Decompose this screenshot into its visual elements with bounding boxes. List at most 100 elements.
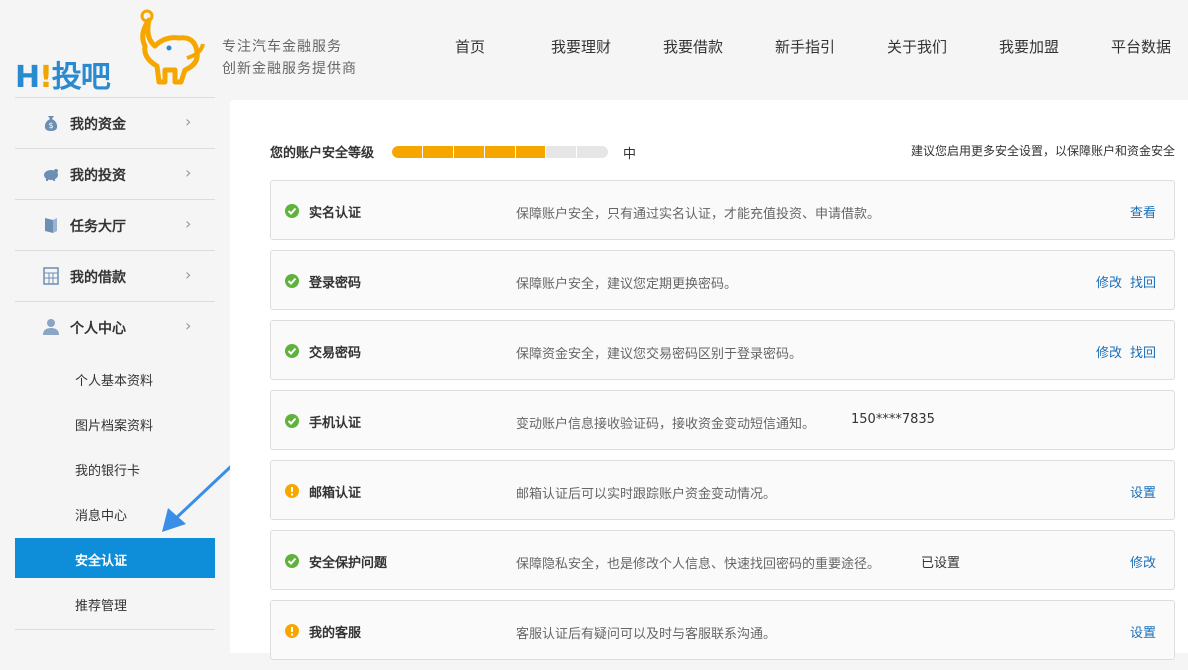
submenu-basic-info[interactable]: 个人基本资料 — [15, 356, 215, 401]
security-row-status-text: 150****7835 — [851, 412, 935, 427]
submenu-label: 推荐管理 — [75, 599, 128, 614]
security-panel: 您的账户安全等级 中 建议您启用更多安全设置，以保障账户和资金安全 实名认证保障… — [230, 100, 1188, 660]
action-link[interactable]: 找回 — [1130, 276, 1156, 291]
action-link[interactable]: 修改 — [1096, 276, 1122, 291]
nav-about[interactable]: 关于我们 — [887, 36, 947, 57]
sidebar-item-funds[interactable]: $ 我的资金 › — [15, 98, 215, 149]
security-row-actions: 设置 — [1122, 622, 1156, 641]
check-circle-icon — [285, 414, 299, 428]
security-row-description: 保障隐私安全，也是修改个人信息、快速找回密码的重要途径。 — [516, 557, 881, 572]
submenu-label: 个人基本资料 — [75, 374, 154, 389]
nav-borrow[interactable]: 我要借款 — [663, 36, 723, 57]
security-row-description: 保障资金安全，建议您交易密码区别于登录密码。 — [516, 347, 803, 362]
nav-invest[interactable]: 我要理财 — [551, 36, 611, 57]
security-level-row: 您的账户安全等级 中 建议您启用更多安全设置，以保障账户和资金安全 — [270, 142, 1175, 162]
user-icon — [43, 319, 59, 335]
security-level-progress — [392, 146, 608, 158]
calculator-icon — [43, 267, 59, 285]
sidebar-item-label: 我的借款 — [70, 270, 126, 286]
progress-divider — [545, 146, 546, 158]
progress-divider — [576, 146, 577, 158]
book-icon — [45, 218, 57, 233]
sidebar-item-investments[interactable]: 我的投资 › — [15, 149, 215, 200]
submenu-label: 我的银行卡 — [75, 464, 141, 479]
security-row-title: 交易密码 — [309, 346, 362, 361]
security-row-login-password: 登录密码 保障账户安全，建议您定期更换密码。 修改 找回 — [270, 250, 1175, 310]
warning-circle-icon — [285, 484, 299, 498]
sidebar: $ 我的资金 › 我的投资 › 任务大厅 › 我的借款 › 个人中心 › 个人基… — [0, 97, 230, 653]
sidebar-item-label: 任务大厅 — [70, 219, 126, 235]
chevron-right-icon: › — [185, 112, 192, 131]
logo-text: H!投吧 — [15, 60, 111, 95]
security-row-real-name: 实名认证 保障账户安全，只有通过实名认证，才能充值投资、申请借款。 查看 — [270, 180, 1175, 240]
security-row-mobile: 手机认证 变动账户信息接收验证码，接收资金变动短信通知。 150****7835 — [270, 390, 1175, 450]
security-row-status-text: 已设置 — [921, 556, 961, 571]
submenu-referral[interactable]: 推荐管理 — [15, 581, 215, 626]
security-row-title: 邮箱认证 — [309, 486, 362, 501]
security-row-description: 变动账户信息接收验证码，接收资金变动短信通知。 — [516, 417, 816, 432]
chevron-right-icon: › — [185, 163, 192, 182]
chevron-right-icon: › — [185, 316, 192, 335]
chevron-right-icon: › — [185, 214, 192, 233]
nav-guide[interactable]: 新手指引 — [775, 36, 835, 57]
action-link[interactable]: 查看 — [1130, 206, 1156, 221]
security-level-value: 中 — [623, 147, 637, 162]
security-level-label: 您的账户安全等级 — [270, 146, 375, 161]
submenu-security-verification[interactable]: 安全认证 — [15, 538, 215, 578]
check-circle-icon — [285, 344, 299, 358]
security-row-actions: 修改 找回 — [1088, 342, 1156, 361]
sidebar-item-personal-center[interactable]: 个人中心 › — [15, 302, 215, 353]
security-row-title: 安全保护问题 — [309, 556, 388, 571]
security-row-actions: 修改 找回 — [1088, 272, 1156, 291]
action-link[interactable]: 找回 — [1130, 346, 1156, 361]
action-link[interactable]: 修改 — [1130, 556, 1156, 571]
svg-text:$: $ — [48, 121, 53, 130]
security-row-actions: 设置 — [1122, 482, 1156, 501]
security-row-title: 实名认证 — [309, 206, 362, 221]
security-row-description: 保障账户安全，只有通过实名认证，才能充值投资、申请借款。 — [516, 207, 881, 222]
top-nav: 首页 我要理财 我要借款 新手指引 关于我们 我要加盟 平台数据 — [0, 36, 1188, 58]
money-bag-icon: $ — [44, 116, 58, 131]
sidebar-item-label: 个人中心 — [70, 321, 126, 337]
nav-join[interactable]: 我要加盟 — [999, 36, 1059, 57]
security-row-email: 邮箱认证 邮箱认证后可以实时跟踪账户资金变动情况。 设置 — [270, 460, 1175, 520]
action-link[interactable]: 修改 — [1096, 346, 1122, 361]
security-row-title: 手机认证 — [309, 416, 362, 431]
security-rows: 实名认证 保障账户安全，只有通过实名认证，才能充值投资、申请借款。 查看 登录密码 保障… — [270, 180, 1175, 670]
piggy-bank-icon — [44, 169, 58, 181]
header: H!投吧 专注汽车金融服务 创新金融服务提供商 首页 我要理财 我要借款 新手指… — [0, 0, 1188, 97]
check-circle-icon — [285, 274, 299, 288]
submenu-label: 消息中心 — [75, 509, 128, 524]
security-level-progress-fill — [392, 146, 546, 158]
security-row-description: 邮箱认证后可以实时跟踪账户资金变动情况。 — [516, 487, 777, 502]
warning-circle-icon — [285, 624, 299, 638]
progress-divider — [515, 146, 516, 158]
security-row-description: 客服认证后有疑问可以及时与客服联系沟通。 — [516, 627, 777, 642]
action-link[interactable]: 设置 — [1130, 626, 1156, 641]
nav-data[interactable]: 平台数据 — [1111, 36, 1171, 57]
sidebar-item-tasks[interactable]: 任务大厅 › — [15, 200, 215, 251]
progress-divider — [422, 146, 423, 158]
security-row-customer-service: 我的客服 客服认证后有疑问可以及时与客服联系沟通。 设置 — [270, 600, 1175, 660]
submenu-image-archive[interactable]: 图片档案资料 — [15, 401, 215, 446]
security-row-title: 登录密码 — [309, 276, 362, 291]
security-row-actions: 查看 — [1122, 202, 1156, 221]
check-circle-icon — [285, 204, 299, 218]
sidebar-menu: $ 我的资金 › 我的投资 › 任务大厅 › 我的借款 › 个人中心 › — [15, 97, 215, 353]
chevron-right-icon: › — [185, 265, 192, 284]
divider — [15, 629, 215, 630]
sidebar-item-loans[interactable]: 我的借款 › — [15, 251, 215, 302]
action-link[interactable]: 设置 — [1130, 486, 1156, 501]
progress-divider — [484, 146, 485, 158]
security-row-actions: 修改 — [1122, 552, 1156, 571]
nav-home[interactable]: 首页 — [455, 36, 485, 57]
security-tip: 建议您启用更多安全设置，以保障账户和资金安全 — [910, 144, 1175, 158]
submenu-label: 图片档案资料 — [75, 419, 154, 434]
submenu-label: 安全认证 — [75, 554, 128, 569]
sidebar-item-label: 我的投资 — [70, 168, 126, 184]
slogan-line-2: 创新金融服务提供商 — [222, 61, 357, 77]
progress-divider — [453, 146, 454, 158]
check-circle-icon — [285, 554, 299, 568]
security-row-title: 我的客服 — [309, 626, 362, 641]
sidebar-item-label: 我的资金 — [70, 117, 126, 133]
